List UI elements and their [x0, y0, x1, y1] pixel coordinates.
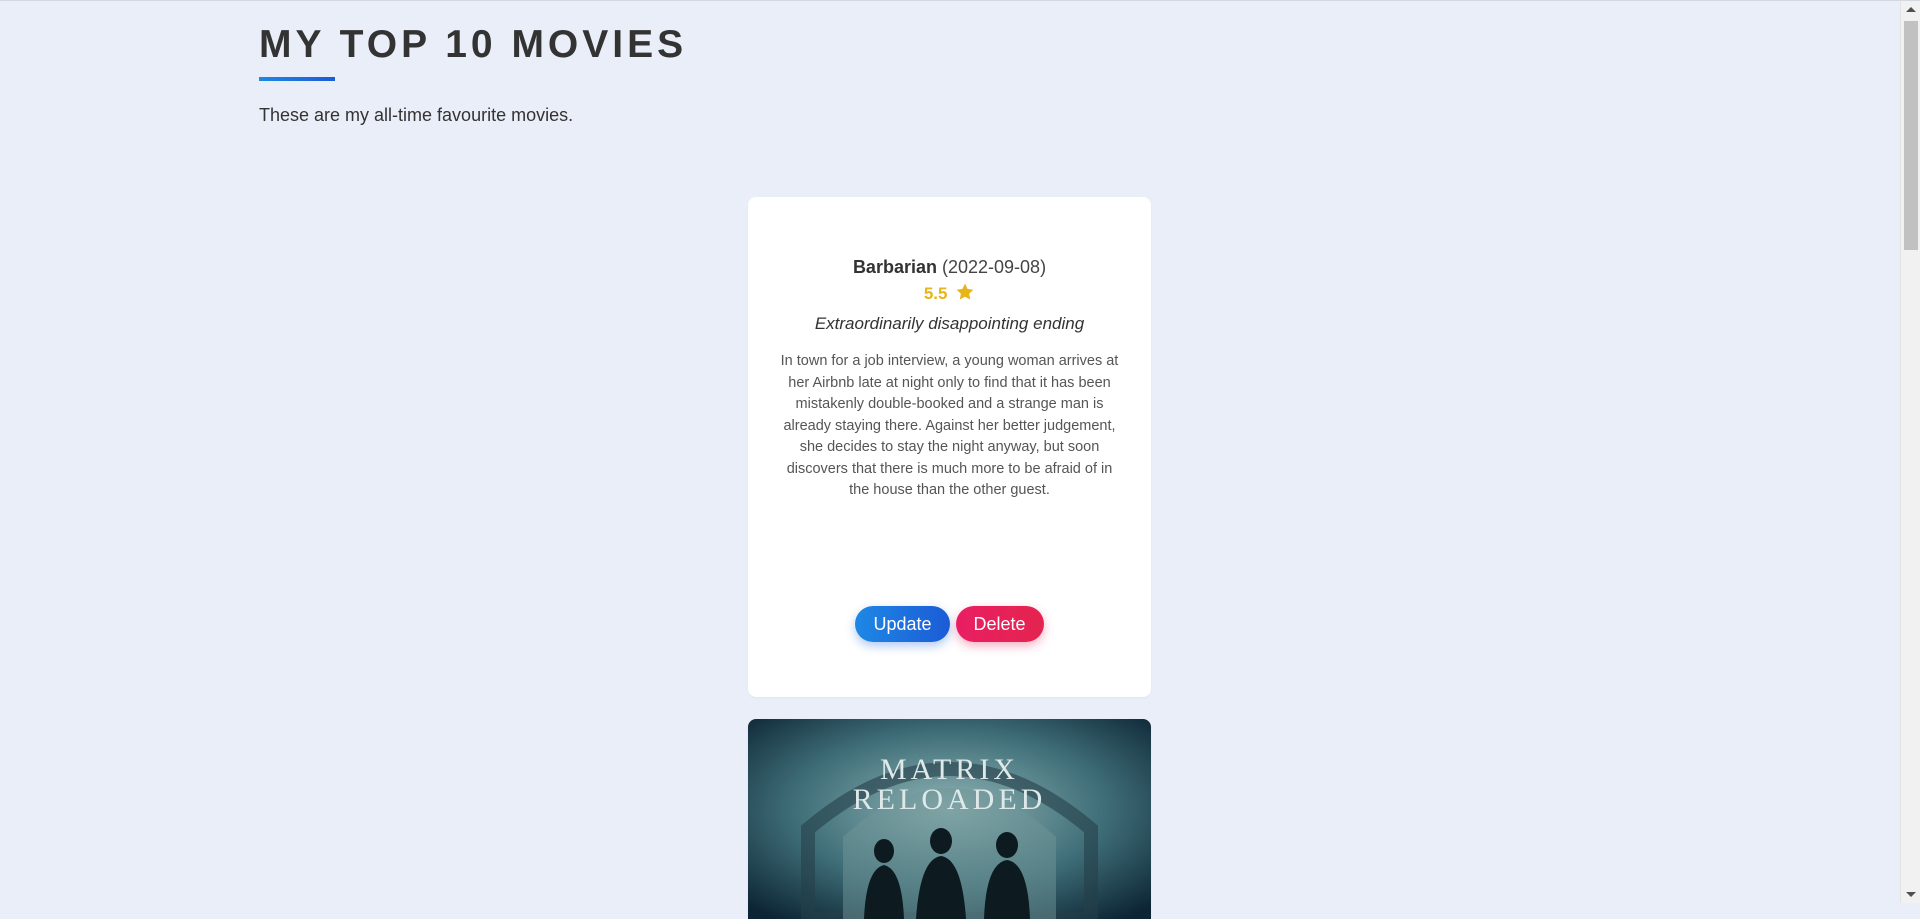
star-icon	[956, 283, 974, 300]
movie-title: Barbarian	[852, 257, 937, 277]
movie-card: Barbarian (2022-09-08) 5.5 Extraordinari…	[748, 197, 1151, 697]
movie-rating: 5.5	[748, 282, 1151, 304]
scroll-up-arrow-icon[interactable]	[1906, 7, 1916, 12]
movie-description: In town for a job interview, a young wom…	[780, 353, 1119, 498]
update-button[interactable]: Update	[855, 606, 950, 642]
rating-value: 5.5	[923, 284, 948, 303]
page-intro: These are my all-time favourite movies.	[259, 105, 574, 125]
delete-button[interactable]: Delete	[955, 606, 1044, 642]
card-actions: Update Delete	[748, 606, 1151, 642]
title-underline	[259, 77, 335, 81]
movie-poster-image	[748, 719, 1151, 919]
movie-review: Extraordinarily disappointing ending	[814, 314, 1085, 333]
poster-title-1: MATRIX	[879, 753, 1019, 786]
movie-year: (2022-09-08)	[942, 257, 1047, 277]
movie-card-poster: MATRIX RELOADED	[748, 719, 1151, 919]
page-scrollbar[interactable]	[1900, 1, 1920, 903]
page-title: MY TOP 10 MOVIES	[259, 23, 688, 66]
scrollbar-thumb[interactable]	[1904, 21, 1918, 250]
movie-title-line: Barbarian (2022-09-08)	[748, 257, 1151, 278]
scroll-down-arrow-icon[interactable]	[1906, 892, 1916, 897]
poster-title-2: RELOADED	[852, 783, 1047, 816]
